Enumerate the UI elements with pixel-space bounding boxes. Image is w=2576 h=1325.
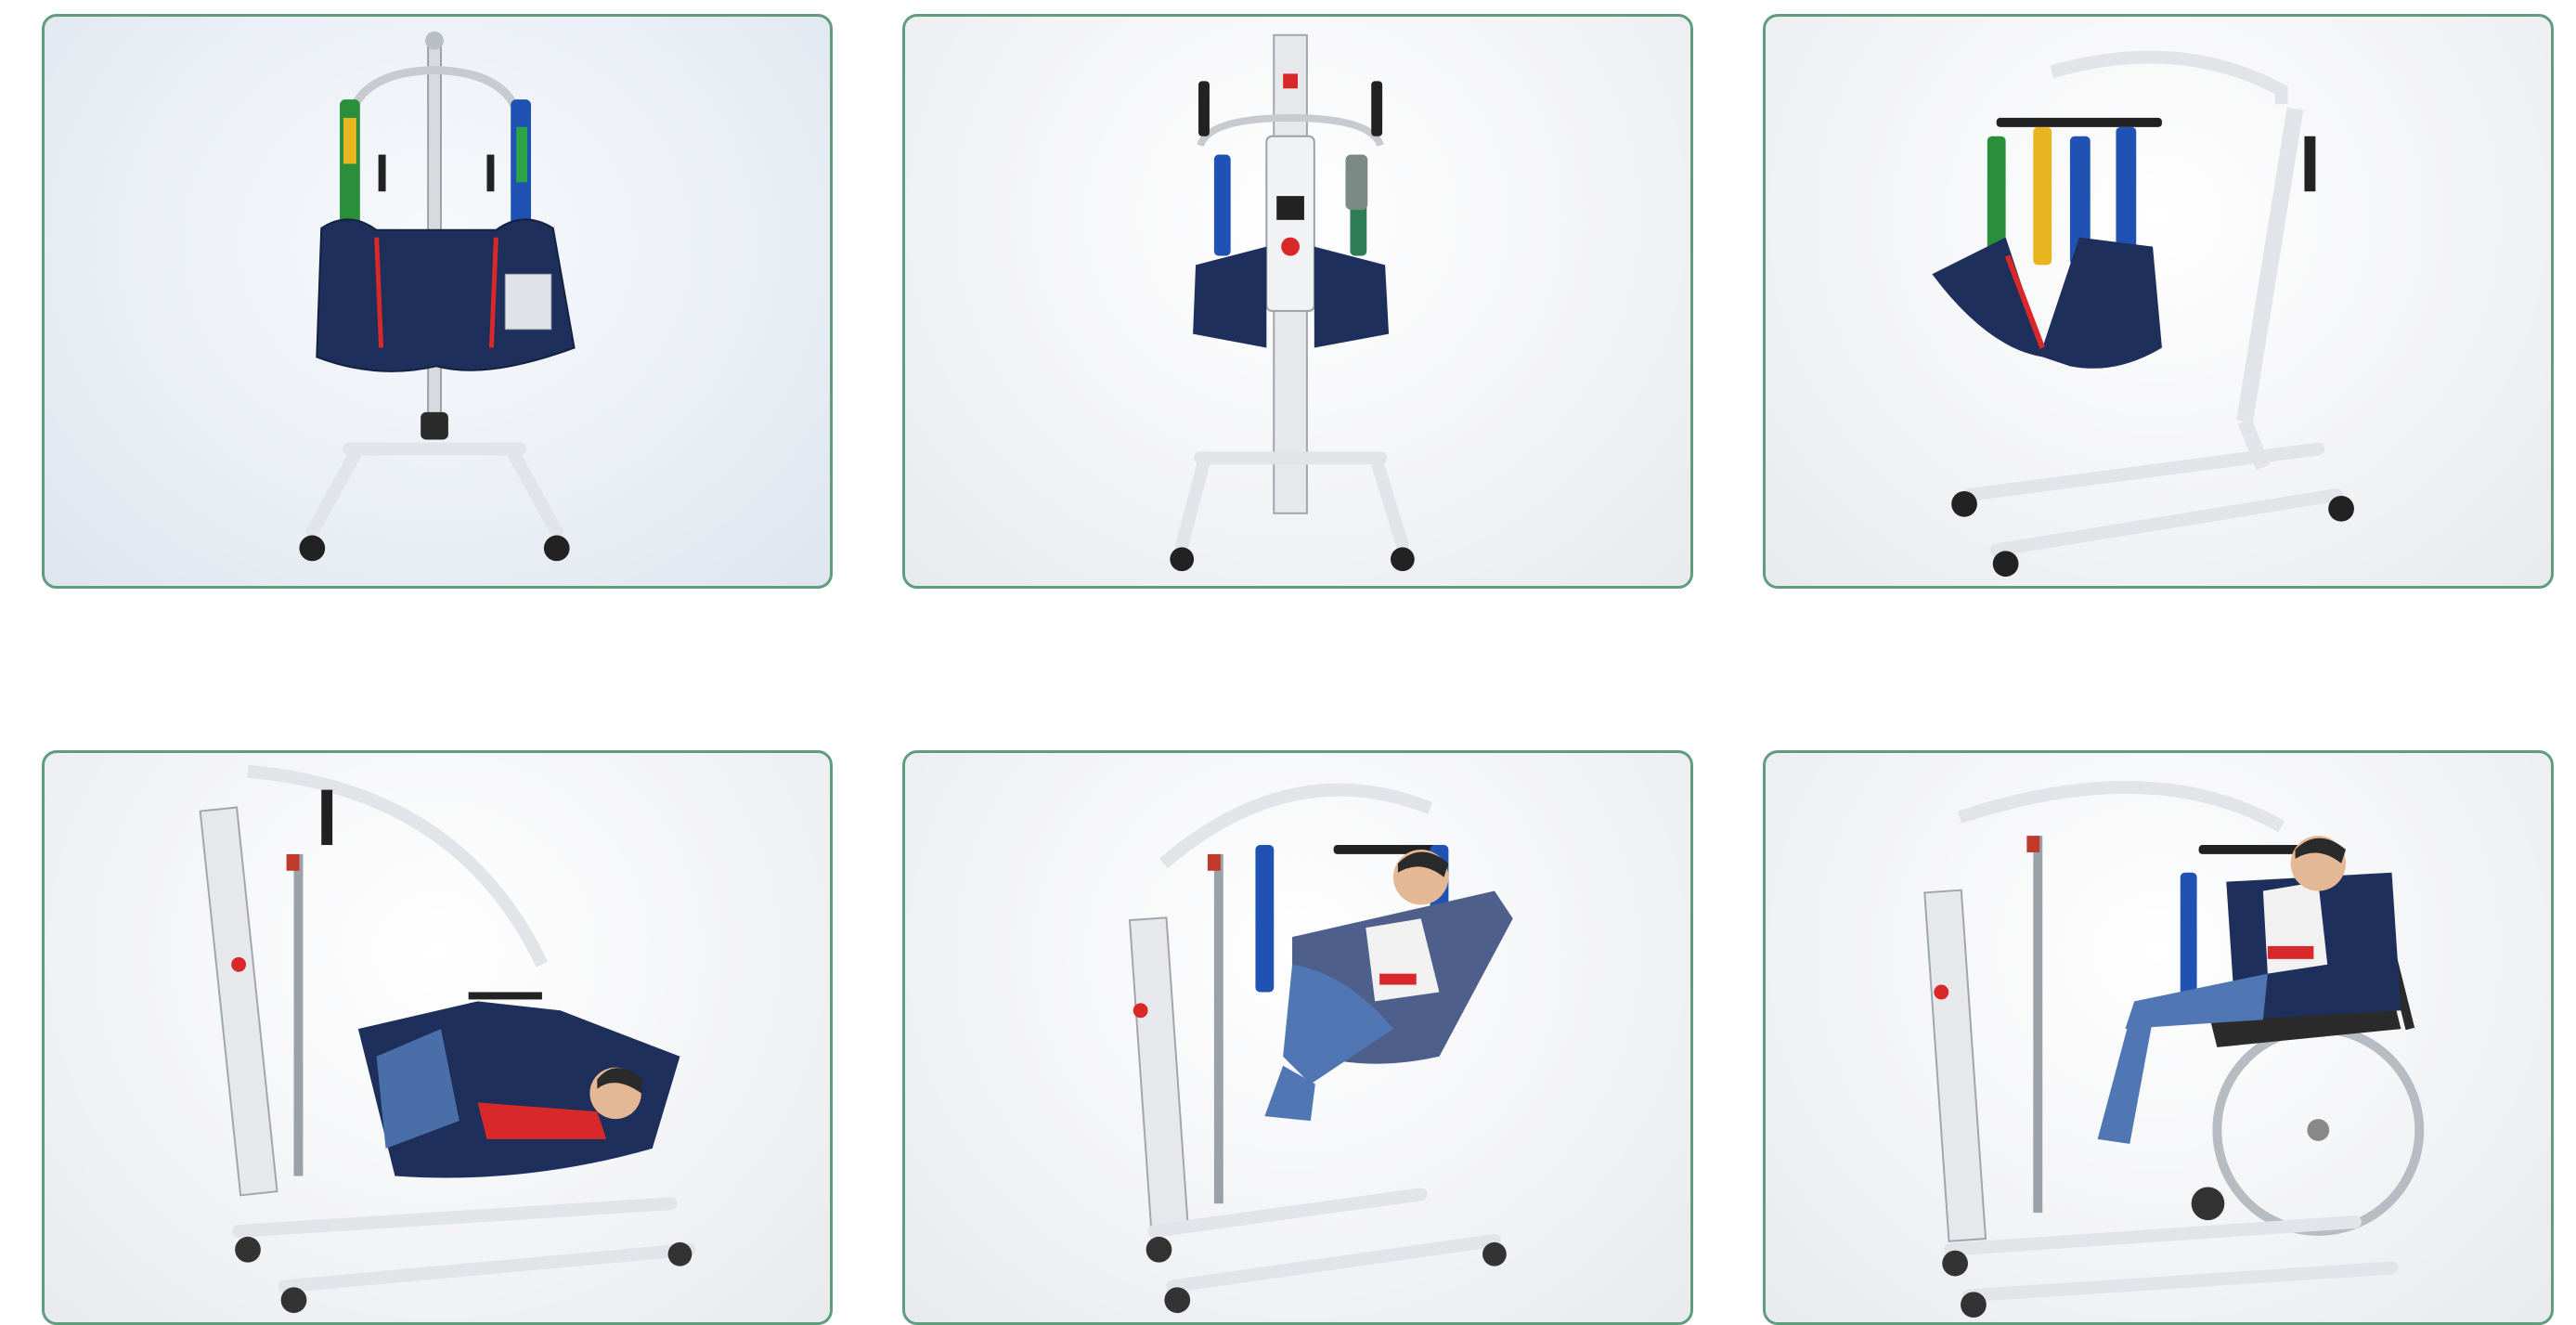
gallery-image-patient-wheelchair[interactable] [1763, 750, 2554, 1325]
patient-lift-front-control-illustration [1170, 33, 1415, 572]
gallery-image-patient-reclined[interactable] [42, 750, 833, 1325]
gallery-image-front-control-box[interactable] [902, 14, 1693, 589]
gallery-image-side-sling[interactable] [1763, 14, 2554, 589]
patient-lift-side-sling-illustration [1932, 50, 2354, 578]
gallery-image-patient-lifted[interactable] [902, 750, 1693, 1325]
patient-lift-front-sling-illustration [299, 31, 576, 562]
patient-lift-lifted-illustration [1128, 783, 1513, 1314]
gallery-image-front-sling[interactable] [42, 14, 833, 589]
patient-lift-wheelchair-illustration [1923, 781, 2425, 1319]
product-image-gallery [0, 0, 2576, 1325]
patient-lift-reclined-illustration [199, 764, 696, 1314]
